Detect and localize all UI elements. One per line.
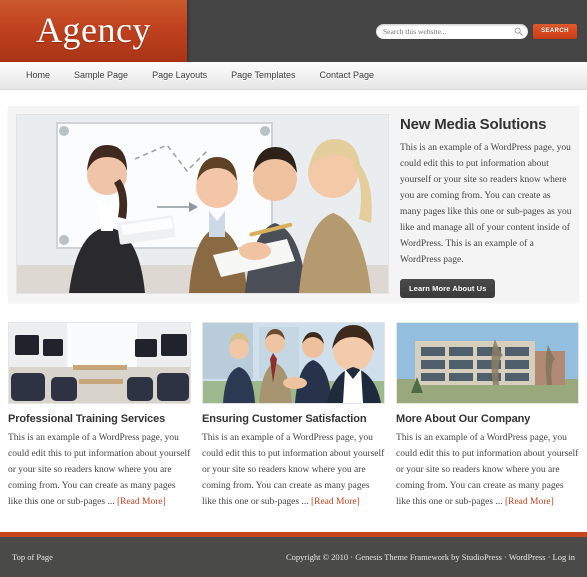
search-button[interactable]: SEARCH bbox=[533, 24, 577, 39]
hero-text-block: New Media Solutions This is an example o… bbox=[400, 116, 572, 298]
site-header: Agency SEARCH bbox=[0, 0, 587, 62]
hero-image-graphic bbox=[17, 115, 388, 293]
search-form: SEARCH bbox=[376, 24, 577, 39]
feature-column-3: More About Our Company This is an exampl… bbox=[396, 322, 579, 510]
nav-list: Home Sample Page Page Layouts Page Templ… bbox=[0, 62, 587, 89]
feature-body-3: This is an example of a WordPress page, … bbox=[396, 430, 579, 510]
read-more-link-1[interactable]: [Read More] bbox=[117, 497, 166, 507]
learn-more-button[interactable]: Learn More About Us bbox=[400, 279, 496, 298]
read-more-link-2[interactable]: [Read More] bbox=[311, 497, 360, 507]
footer-inner: Top of Page Copyright © 2010 · Genesis T… bbox=[0, 537, 587, 577]
nav-item-sample-page[interactable]: Sample Page bbox=[62, 62, 140, 89]
feature-image-3[interactable] bbox=[396, 322, 579, 404]
feature-column-2: Ensuring Customer Satisfaction This is a… bbox=[202, 322, 385, 510]
nav-item-page-templates[interactable]: Page Templates bbox=[219, 62, 307, 89]
hero-section: New Media Solutions This is an example o… bbox=[8, 106, 579, 302]
features-section: Professional Training Services This is a… bbox=[8, 322, 579, 510]
feature-image-1[interactable] bbox=[8, 322, 191, 404]
feature-image-1-graphic bbox=[9, 323, 190, 403]
footer-credits: Copyright © 2010 · Genesis Theme Framewo… bbox=[286, 552, 575, 562]
feature-text-3: This is an example of a WordPress page, … bbox=[396, 433, 579, 507]
nav-item-contact-page[interactable]: Contact Page bbox=[308, 62, 387, 89]
site-title: Agency bbox=[36, 9, 151, 50]
feature-body-1: This is an example of a WordPress page, … bbox=[8, 430, 191, 510]
feature-image-3-graphic bbox=[397, 323, 578, 403]
search-field-wrapper[interactable] bbox=[376, 24, 528, 39]
feature-title-2: Ensuring Customer Satisfaction bbox=[202, 413, 367, 425]
read-more-link-3[interactable]: [Read More] bbox=[505, 497, 554, 507]
feature-title-1: Professional Training Services bbox=[8, 413, 166, 425]
feature-text-2: This is an example of a WordPress page, … bbox=[202, 433, 385, 507]
page-root: Agency SEARCH Home Sample Page Page Layo… bbox=[0, 0, 587, 577]
feature-text-1: This is an example of a WordPress page, … bbox=[8, 433, 191, 507]
hero-image[interactable] bbox=[16, 114, 389, 294]
nav-item-home[interactable]: Home bbox=[14, 62, 62, 89]
search-input[interactable] bbox=[376, 24, 528, 39]
site-logo[interactable]: Agency bbox=[0, 0, 187, 62]
footer-copyright-text[interactable]: Copyright © 2010 · Genesis Theme Framewo… bbox=[286, 552, 575, 562]
feature-title-3: More About Our Company bbox=[396, 413, 531, 425]
top-of-page-link[interactable]: Top of Page bbox=[12, 552, 53, 562]
nav-item-page-layouts[interactable]: Page Layouts bbox=[140, 62, 219, 89]
feature-image-2[interactable] bbox=[202, 322, 385, 404]
feature-image-2-graphic bbox=[203, 323, 384, 403]
primary-navigation: Home Sample Page Page Layouts Page Templ… bbox=[0, 62, 587, 90]
feature-column-1: Professional Training Services This is a… bbox=[8, 322, 191, 510]
hero-paragraph: This is an example of a WordPress page, … bbox=[400, 143, 572, 265]
feature-body-2: This is an example of a WordPress page, … bbox=[202, 430, 385, 510]
site-footer: Top of Page Copyright © 2010 · Genesis T… bbox=[0, 532, 587, 577]
hero-title: New Media Solutions bbox=[400, 116, 547, 133]
